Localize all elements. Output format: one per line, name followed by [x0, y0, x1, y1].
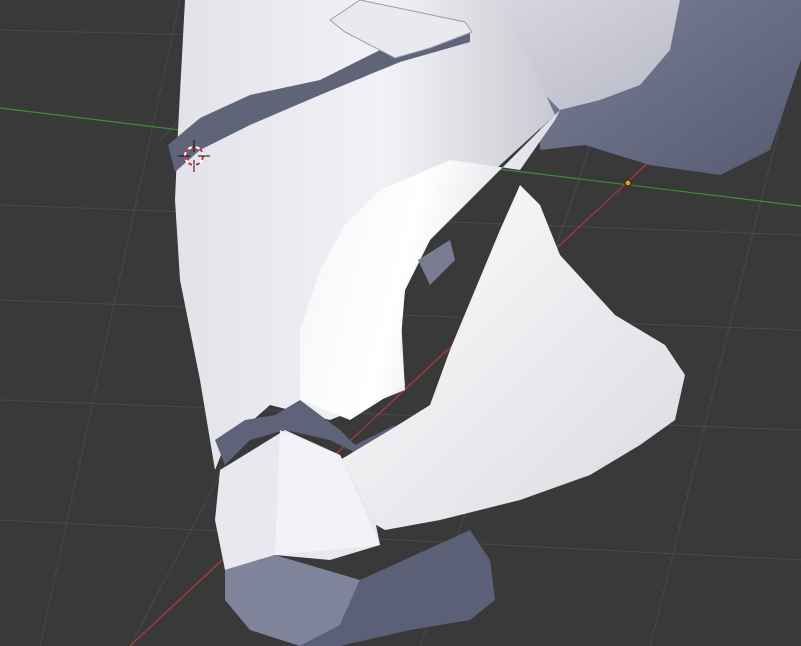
3d-viewport[interactable]: [0, 0, 801, 646]
origin-dot-icon: [624, 179, 632, 187]
viewport-canvas[interactable]: [0, 0, 801, 646]
mesh-object[interactable]: [168, 0, 801, 646]
